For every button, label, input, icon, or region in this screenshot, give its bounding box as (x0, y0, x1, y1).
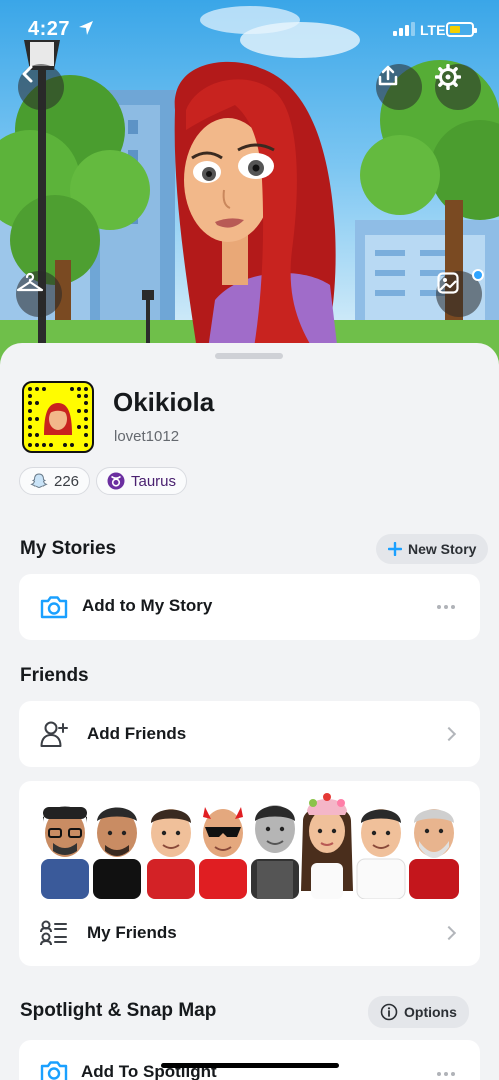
outfit-button[interactable] (16, 271, 62, 317)
notification-dot (472, 269, 484, 281)
friend-avatar (409, 809, 459, 899)
add-friends-row[interactable]: Add Friends (19, 701, 480, 767)
profile-sheet: Okikiola lovet1012 226 Taurus My Stories… (0, 343, 499, 1080)
friend-avatar (93, 807, 141, 899)
my-friends-card[interactable]: My Friends (19, 781, 480, 966)
gear-icon (435, 64, 461, 90)
add-to-my-story-row[interactable]: Add to My Story (19, 574, 480, 640)
share-profile-button[interactable] (376, 64, 422, 110)
snapscore-value: 226 (54, 472, 80, 490)
add-friends-label: Add Friends (87, 724, 187, 743)
status-bar: 4:27 LTE (0, 14, 499, 46)
more-icon[interactable] (437, 605, 455, 609)
my-friends-label: My Friends (87, 923, 177, 942)
friends-heading: Friends (20, 665, 89, 686)
friends-bitmoji-row (41, 793, 459, 899)
home-indicator[interactable] (161, 1063, 339, 1068)
camera-icon (39, 1058, 69, 1080)
display-name: Okikiola (113, 387, 215, 417)
new-story-button[interactable]: New Story (376, 534, 489, 564)
snapscore-icon (30, 473, 48, 489)
options-label: Options (404, 1004, 457, 1020)
friend-avatar (251, 805, 299, 899)
new-story-label: New Story (408, 541, 477, 557)
sheet-grabber[interactable] (215, 353, 283, 359)
zodiac-chip[interactable]: Taurus (96, 467, 188, 495)
snapcode-pattern (28, 387, 88, 447)
back-icon (22, 65, 33, 83)
scene-illustration (0, 6, 499, 370)
hanger-icon (16, 272, 44, 292)
add-to-my-story-label: Add to My Story (82, 596, 213, 615)
bitmoji-background-scene: 4:27 LTE (0, 0, 499, 370)
spotlight-options-button[interactable]: Options (368, 996, 469, 1028)
cellular-signal-icon (393, 22, 415, 36)
taurus-icon (107, 472, 125, 490)
add-friend-icon (39, 719, 69, 754)
username: lovet1012 (114, 428, 180, 445)
friend-avatar (356, 809, 406, 899)
friend-avatar (147, 809, 195, 899)
info-icon (380, 1003, 398, 1021)
zodiac-label: Taurus (131, 472, 177, 490)
snapscore-chip[interactable]: 226 (19, 467, 91, 495)
spotlight-heading: Spotlight & Snap Map (20, 1000, 217, 1021)
change-background-button[interactable] (436, 269, 484, 317)
friend-avatar (41, 806, 89, 899)
add-to-spotlight-row[interactable]: Add To Spotlight (19, 1040, 480, 1080)
settings-button[interactable] (435, 64, 481, 110)
camera-icon (39, 593, 69, 626)
chevron-right-icon (441, 925, 457, 941)
network-type: LTE (420, 22, 446, 38)
friend-avatar (301, 793, 353, 899)
more-icon[interactable] (437, 1072, 455, 1076)
friends-list-icon (39, 918, 69, 953)
battery-icon (446, 22, 477, 37)
status-time: 4:27 (28, 18, 71, 40)
photo-icon (437, 272, 459, 294)
chevron-right-icon (441, 726, 457, 742)
friend-avatar (199, 807, 247, 899)
back-button[interactable] (18, 64, 64, 110)
profile-screen: 4:27 LTE Okikiola lovet1012 226 Taurus M… (0, 0, 499, 1080)
snapcode[interactable] (22, 381, 94, 453)
upload-icon (378, 65, 398, 86)
plus-icon (388, 542, 402, 556)
my-stories-heading: My Stories (20, 538, 117, 559)
